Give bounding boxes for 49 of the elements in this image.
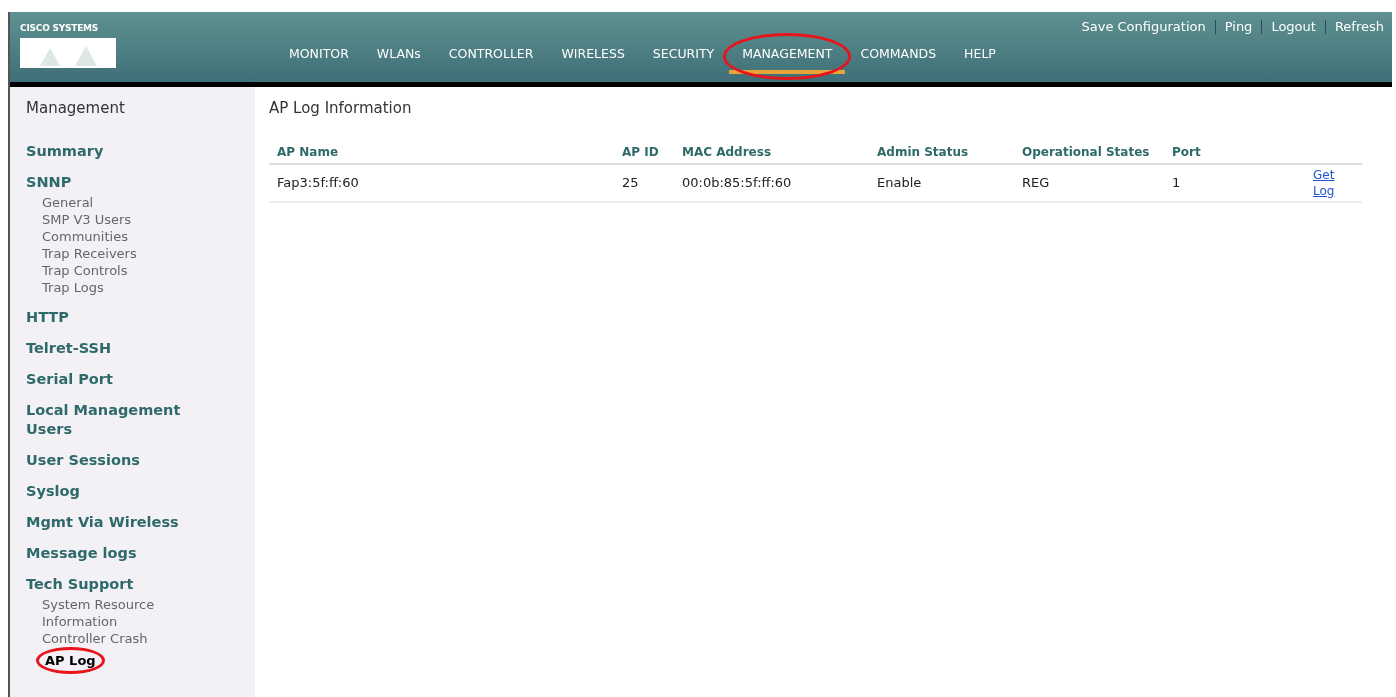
logo-text: CISCO SYSTEMS [20, 22, 100, 35]
sidebar-link[interactable]: Summary [26, 141, 216, 161]
sidebar-link[interactable]: Telret-SSH [26, 338, 216, 358]
header-link[interactable]: Ping [1224, 17, 1253, 37]
table-cell: Fap3:5f:ff:60 [269, 164, 614, 202]
sidebar-sublink[interactable]: Trap Logs [42, 278, 192, 296]
sidebar-sublink[interactable]: Trap Receivers [42, 244, 192, 262]
logo-icon [20, 37, 116, 68]
sidebar-link[interactable]: Local Management Users [26, 400, 216, 439]
sidebar-sublink[interactable]: General [42, 193, 192, 211]
nav-tab[interactable]: COMMANDS [847, 45, 950, 74]
sidebar-sublink[interactable]: Trap Controls [42, 261, 192, 279]
column-header: AP ID [614, 141, 674, 164]
sidebar-link[interactable]: Tech Support [26, 574, 216, 594]
sidebar-link[interactable]: Message logs [26, 543, 216, 563]
header-link[interactable]: Logout [1271, 17, 1316, 37]
page-title: AP Log Information [269, 98, 413, 119]
table-cell: 25 [614, 164, 674, 202]
table-cell: 1 [1164, 164, 1309, 202]
nav-tab[interactable]: SECURITY [639, 45, 728, 74]
get-log-link[interactable]: Get Log [1313, 167, 1341, 199]
header-link[interactable]: Refresh [1334, 17, 1384, 37]
sidebar-link[interactable]: Syslog [26, 481, 216, 501]
table-cell: 00:0b:85:5f:ff:60 [674, 164, 869, 202]
nav-tab[interactable]: HELP [951, 45, 1009, 74]
sidebar-sublink[interactable]: Communities [42, 227, 192, 245]
column-header: AP Name [269, 141, 614, 164]
table-cell: REG [1014, 164, 1164, 202]
column-header: MAC Address [674, 141, 869, 164]
nav-tab[interactable]: WIRELESS [548, 45, 638, 74]
column-header: Admin Status [869, 141, 1014, 164]
sidebar-sublink[interactable]: SMP V3 Users [42, 210, 192, 228]
nav-tab[interactable]: MONITOR [276, 45, 362, 74]
sidebar-link[interactable]: HTTP [26, 307, 216, 327]
nav-tab[interactable]: CONTROLLER [435, 45, 547, 74]
header-link[interactable]: Save Configuration [1081, 17, 1206, 37]
nav-tab[interactable]: WLANs [363, 45, 434, 74]
sidebar-sublink[interactable]: AP Log [36, 646, 105, 674]
sidebar-link[interactable]: User Sessions [26, 450, 216, 470]
column-header: Operational States [1014, 141, 1164, 164]
sidebar-sublink[interactable]: Controller Crash [42, 629, 192, 647]
sidebar-title: Management [26, 98, 126, 119]
table-cell: Enable [869, 164, 1014, 202]
sidebar-link[interactable]: SNNP [26, 172, 216, 192]
nav-tab[interactable]: MANAGEMENT [729, 45, 846, 74]
sidebar-sublink[interactable]: System Resource Information [42, 595, 192, 630]
sidebar-link[interactable]: Mgmt Via Wireless [26, 512, 216, 532]
column-header: Port [1164, 141, 1309, 164]
sidebar-link[interactable]: Serial Port [26, 369, 216, 389]
